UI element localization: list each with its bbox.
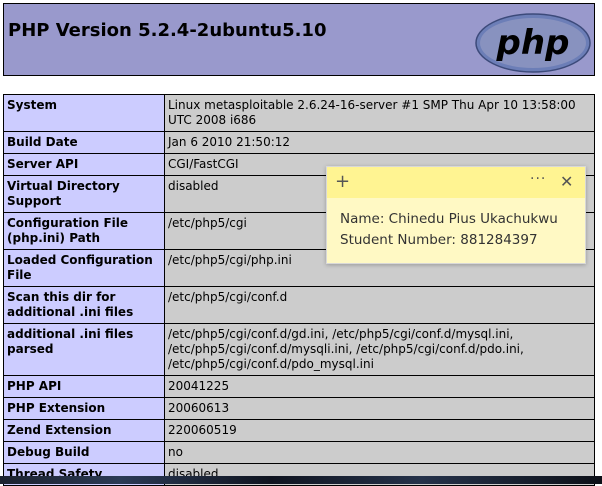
row-label: Configuration File (php.ini) Path — [3, 212, 165, 250]
row-label: PHP API — [3, 375, 165, 398]
table-row: Zend Extension 220060519 — [3, 419, 595, 442]
row-value: 20041225 — [164, 375, 595, 398]
row-label: Virtual Directory Support — [3, 175, 165, 213]
row-value: Linux metasploitable 2.6.24-16-server #1… — [164, 94, 595, 132]
sticky-note-toolbar: + ··· ✕ — [327, 167, 585, 198]
row-label: PHP Extension — [3, 397, 165, 420]
row-label: Server API — [3, 153, 165, 176]
info-table: System Linux metasploitable 2.6.24-16-ser… — [3, 94, 595, 486]
more-options-icon[interactable]: ··· — [530, 171, 546, 187]
row-label: Loaded Configuration File — [3, 249, 165, 287]
table-row: Build Date Jan 6 2010 21:50:12 — [3, 131, 595, 154]
page-title: PHP Version 5.2.4-2ubuntu5.10 — [8, 20, 327, 41]
table-row: Scan this dir for additional .ini files /… — [3, 286, 595, 324]
table-row: PHP API 20041225 — [3, 375, 595, 398]
row-label: Debug Build — [3, 441, 165, 464]
php-logo: php — [475, 13, 591, 73]
row-value: 20060613 — [164, 397, 595, 420]
php-header: PHP Version 5.2.4-2ubuntu5.10 php — [3, 3, 595, 76]
sticky-note[interactable]: + ··· ✕ Name: Chinedu Pius Ukachukwu Stu… — [326, 166, 586, 264]
table-row: Debug Build no — [3, 441, 595, 464]
sticky-note-line-name: Name: Chinedu Pius Ukachukwu — [340, 211, 558, 227]
sticky-note-line-student-number: Student Number: 881284397 — [340, 232, 538, 248]
add-note-button[interactable]: + — [335, 172, 350, 192]
desktop-taskbar-strip — [0, 476, 602, 484]
row-label: Scan this dir for additional .ini files — [3, 286, 165, 324]
row-value: /etc/php5/cgi/conf.d — [164, 286, 595, 324]
row-label: Zend Extension — [3, 419, 165, 442]
sticky-note-text[interactable]: Name: Chinedu Pius Ukachukwu Student Num… — [340, 209, 558, 251]
logo-text: php — [496, 23, 570, 63]
row-value: /etc/php5/cgi/conf.d/gd.ini, /etc/php5/c… — [164, 323, 595, 376]
table-row: additional .ini files parsed/etc/php5/cg… — [3, 323, 595, 376]
row-label: additional .ini files parsed — [3, 323, 165, 376]
row-label: Build Date — [3, 131, 165, 154]
table-row: System Linux metasploitable 2.6.24-16-ser… — [3, 94, 595, 132]
table-row: PHP Extension 20060613 — [3, 397, 595, 420]
row-label: System — [3, 94, 165, 132]
row-value: Jan 6 2010 21:50:12 — [164, 131, 595, 154]
row-value: 220060519 — [164, 419, 595, 442]
close-icon[interactable]: ✕ — [560, 172, 573, 192]
row-value: no — [164, 441, 595, 464]
